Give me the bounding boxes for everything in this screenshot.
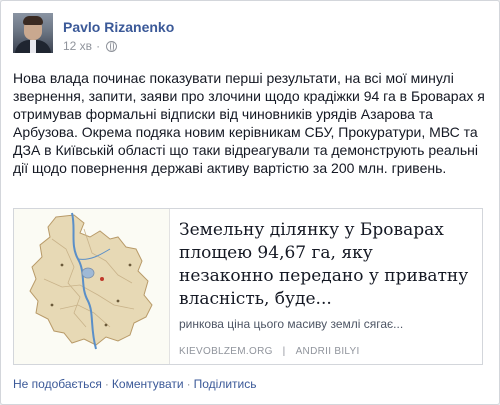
post-actions: Не подобається · Коментувати · Поділитис… bbox=[13, 377, 256, 391]
kyiv-region-map-icon bbox=[29, 212, 153, 350]
unlike-button[interactable]: Не подобається bbox=[13, 377, 102, 391]
globe-icon[interactable] bbox=[106, 40, 118, 52]
link-source-separator: | bbox=[282, 346, 286, 357]
link-domain: KIEVOBLZEM.ORG bbox=[179, 346, 273, 357]
post-meta: 12 хв · bbox=[63, 39, 118, 53]
share-button[interactable]: Поділитись bbox=[194, 377, 257, 391]
action-separator: · bbox=[186, 377, 191, 391]
map-thumbnail[interactable] bbox=[14, 209, 170, 364]
avatar-hair bbox=[23, 16, 43, 25]
link-title[interactable]: Земельну ділянку у Броварах площею 94,67… bbox=[179, 219, 471, 311]
author-name[interactable]: Pavlo Rizanenko bbox=[63, 19, 174, 35]
link-preview[interactable]: Земельну ділянку у Броварах площею 94,67… bbox=[13, 208, 483, 365]
post-time[interactable]: 12 хв bbox=[63, 39, 92, 53]
post-card: Pavlo Rizanenko 12 хв · Нова влада почин… bbox=[0, 0, 500, 405]
post-text: Нова влада починає показувати перші резу… bbox=[13, 69, 491, 177]
link-description: ринкова ціна цього масиву землі сягає... bbox=[179, 317, 404, 331]
avatar[interactable] bbox=[13, 13, 53, 53]
comment-button[interactable]: Коментувати bbox=[112, 377, 184, 391]
action-separator: · bbox=[104, 377, 109, 391]
link-author[interactable]: ANDRII BILYI bbox=[296, 346, 360, 357]
avatar-shirt bbox=[30, 40, 36, 53]
meta-separator: · bbox=[96, 39, 101, 53]
link-source: KIEVOBLZEM.ORG | ANDRII BILYI bbox=[179, 346, 360, 357]
post-paragraph: Нова влада починає показувати перші резу… bbox=[13, 70, 485, 176]
